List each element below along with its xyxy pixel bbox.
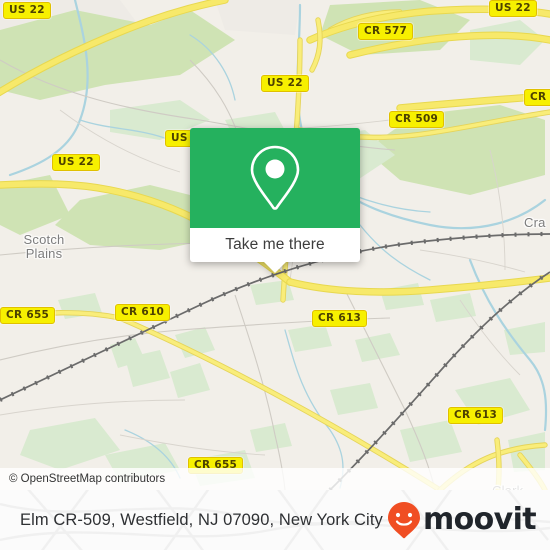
map-attribution-bar: © OpenStreetMap contributors	[0, 468, 550, 490]
road-shield-us-22: US 22	[489, 0, 537, 17]
road-shield-us-22: US 22	[3, 2, 51, 19]
address-text: Elm CR-509, Westfield, NJ 07090, New Yor…	[20, 510, 383, 529]
road-shield-cr-655: CR 655	[0, 307, 56, 324]
moovit-logo[interactable]: moovit	[387, 501, 537, 539]
take-me-there-popup[interactable]: Take me there	[190, 128, 360, 273]
map-viewport[interactable]: .land { fill:#f2efe9; } .green { fill:#c…	[0, 0, 550, 490]
place-label-line: Plains	[25, 246, 63, 261]
popup-pin-area	[190, 128, 360, 228]
moovit-wordmark: moovit	[422, 502, 537, 537]
popup-action-bar[interactable]: Take me there	[190, 228, 360, 273]
footer-bar: Elm CR-509, Westfield, NJ 07090, New Yor…	[0, 490, 550, 550]
take-me-there-label: Take me there	[225, 236, 325, 253]
road-shield-cr-613: CR 613	[312, 310, 368, 327]
road-shield-us-22: US 22	[52, 154, 100, 171]
road-shield-us-22: US 22	[261, 75, 309, 92]
place-label-line: Cra	[524, 215, 546, 230]
road-shield-cr-613: CR 613	[448, 407, 504, 424]
place-label-line: Scotch	[23, 232, 65, 247]
road-shield-cr-5: CR 5	[524, 89, 550, 106]
road-shield-cr-509: CR 509	[389, 111, 445, 128]
road-shield-cr-577: CR 577	[358, 23, 414, 40]
location-pin-icon	[250, 145, 300, 210]
moovit-map-screenshot: .land { fill:#f2efe9; } .green { fill:#c…	[0, 0, 550, 550]
moovit-smiley-pin-icon	[387, 502, 420, 539]
road-shield-cr-610: CR 610	[115, 304, 171, 321]
osm-attribution-text: © OpenStreetMap contributors	[9, 473, 166, 485]
place-label: Scotch Plains	[8, 233, 80, 261]
popup-pointer-tail	[264, 262, 286, 273]
place-label: Cra	[524, 216, 546, 230]
